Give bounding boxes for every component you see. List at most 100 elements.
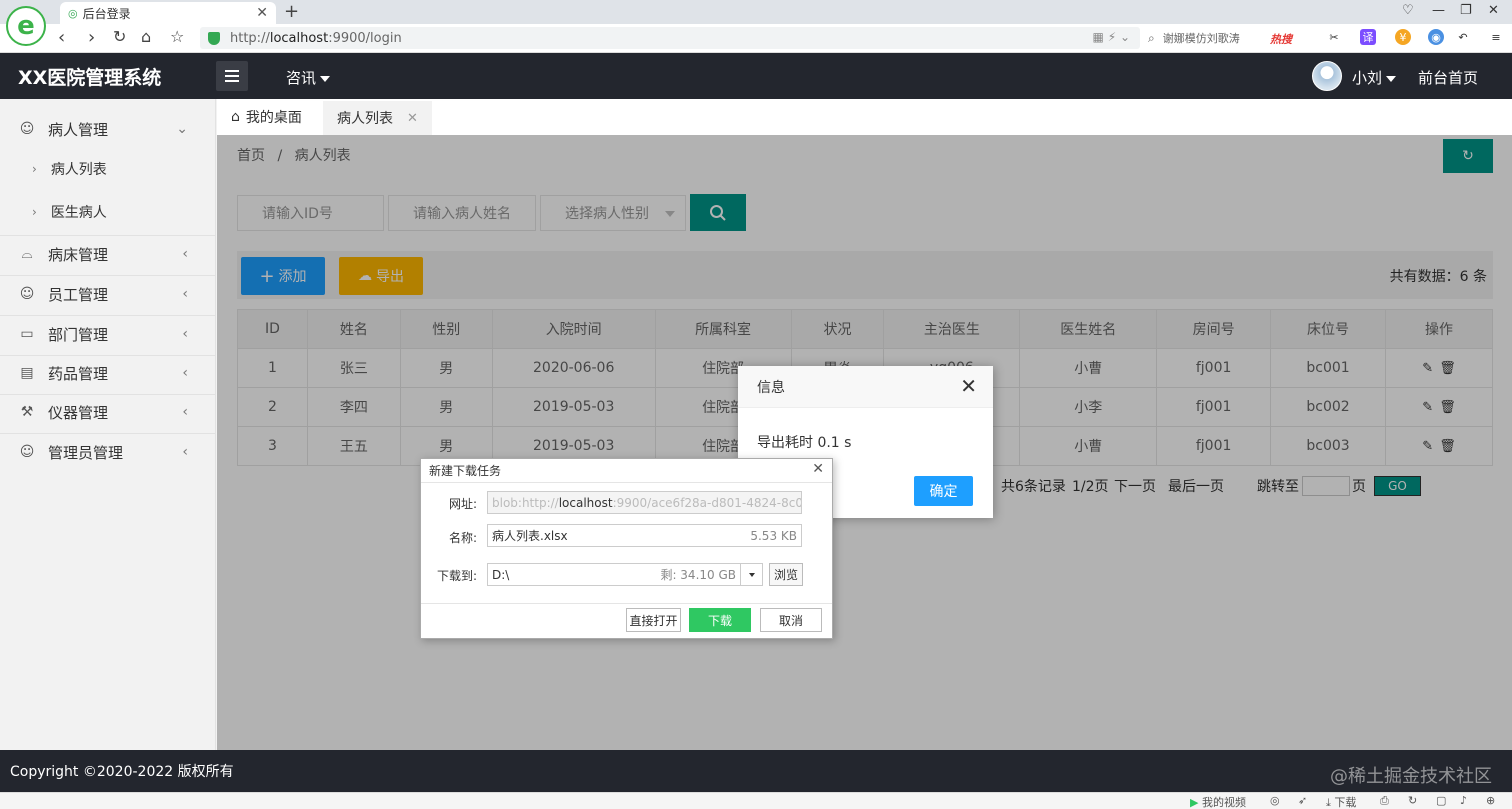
user-menu[interactable]: 小刘 xyxy=(1352,67,1397,88)
info-dialog-header: 信息 ✕ xyxy=(738,366,993,408)
new-tab-icon[interactable]: + xyxy=(284,1,299,22)
chevron-left-icon: ‹ xyxy=(182,365,188,381)
sidebar-item-medicine[interactable]: ▤ 药品管理 ‹ xyxy=(0,355,216,391)
user-icon: ☺ xyxy=(19,121,35,137)
menu-icon[interactable]: ≡ xyxy=(1488,29,1504,45)
address-bar[interactable]: http://localhost:9900/login ▦ ⚡ ⌄ xyxy=(200,27,1140,49)
tools-icon: ⚒ xyxy=(20,404,34,420)
downloads-button[interactable]: ⤓ 下载 xyxy=(1326,794,1356,809)
chevron-right-icon: › xyxy=(32,162,37,176)
browse-button[interactable]: 浏览 xyxy=(769,563,803,586)
reload-icon[interactable]: ↻ xyxy=(113,27,126,46)
caret-down-icon xyxy=(748,572,755,577)
close-tab-icon[interactable]: ✕ xyxy=(407,111,418,126)
bed-icon: ⌓ xyxy=(21,246,33,262)
rocket-icon[interactable]: ➶ xyxy=(1298,794,1307,807)
browser-tab-strip: ◎ 后台登录 ✕ + ♡ — ❐ ✕ xyxy=(0,0,1512,24)
sidebar-item-admins[interactable]: ☺ 管理员管理 ‹ xyxy=(0,434,216,470)
download-dialog-header: 新建下载任务 ✕ xyxy=(421,459,832,483)
close-tab-icon[interactable]: ✕ xyxy=(256,5,268,21)
info-dialog-title: 信息 xyxy=(757,379,785,396)
hot-search-label[interactable]: 热搜 xyxy=(1270,31,1292,47)
skin-icon[interactable]: ♡ xyxy=(1402,3,1414,18)
browser-statusbar: ▶ 我的视频 ◎ ➶ ⤓ 下载 ⎙ ↻ ▢ ♪ ⊕ xyxy=(0,792,1512,809)
zoom-icon[interactable]: ⊕ xyxy=(1486,794,1495,807)
file-name-field[interactable]: 病人列表.xlsx 5.53 KB xyxy=(487,524,802,547)
save-path-field[interactable]: D:\ 剩: 34.10 GB xyxy=(487,563,741,586)
chevron-left-icon: ‹ xyxy=(182,444,188,460)
back-icon[interactable]: ‹ xyxy=(58,27,65,48)
close-icon[interactable]: ✕ xyxy=(960,374,977,398)
cancel-button[interactable]: 取消 xyxy=(760,608,822,632)
site-icon: ◎ xyxy=(68,6,78,20)
close-window-icon[interactable]: ✕ xyxy=(1488,3,1499,18)
forward-icon[interactable]: › xyxy=(88,27,95,48)
refresh-icon[interactable]: ↻ xyxy=(1408,794,1417,807)
minimize-icon[interactable]: — xyxy=(1432,3,1445,18)
app-title: XX医院管理系统 xyxy=(18,67,162,89)
close-icon[interactable]: ✕ xyxy=(812,461,824,477)
front-page-link[interactable]: 前台首页 xyxy=(1418,67,1478,88)
confirm-button[interactable]: 确定 xyxy=(914,476,973,506)
browser-toolbar: ‹ › ↻ ⌂ ☆ http://localhost:9900/login ▦ … xyxy=(0,24,1512,53)
sidebar-item-beds[interactable]: ⌓ 病床管理 ‹ xyxy=(0,236,216,272)
copyright-text: Copyright ©2020-2022 版权所有 xyxy=(10,764,234,780)
caret-down-icon xyxy=(320,75,331,82)
menu-toggle-button[interactable] xyxy=(216,61,248,91)
file-size: 5.53 KB xyxy=(750,528,797,543)
translate-icon[interactable]: 译 xyxy=(1360,29,1376,45)
window-icon[interactable]: ▢ xyxy=(1436,794,1446,807)
sidebar-item-departments[interactable]: ▭ 部门管理 ‹ xyxy=(0,316,216,352)
my-video-button[interactable]: ▶ 我的视频 xyxy=(1190,794,1246,809)
sidebar-item-instruments[interactable]: ⚒ 仪器管理 ‹ xyxy=(0,394,216,430)
search-icon: ⌕ xyxy=(1148,30,1155,45)
address-actions[interactable]: ▦ ⚡ ⌄ xyxy=(1093,30,1130,44)
browser-tab[interactable]: ◎ 后台登录 ✕ xyxy=(60,2,276,24)
page-tabs: ⌂ 我的桌面 病人列表 ✕ xyxy=(217,99,1512,135)
chevron-left-icon: ‹ xyxy=(182,246,188,262)
sidebar-subitem-patient-list[interactable]: › 病人列表 xyxy=(0,151,216,187)
tab-desktop[interactable]: ⌂ 我的桌面 xyxy=(217,99,316,135)
save-to-label: 下载到: xyxy=(436,569,477,583)
apps-icon[interactable]: ◉ xyxy=(1428,29,1444,45)
clipboard-icon: ▤ xyxy=(20,365,34,381)
chevron-right-icon: › xyxy=(32,205,37,219)
url-label: 网址: xyxy=(448,497,477,511)
info-dialog-message: 导出耗时 0.1 s xyxy=(757,435,852,451)
bookmark-star-icon[interactable]: ☆ xyxy=(170,27,184,46)
download-button[interactable]: 下载 xyxy=(689,608,751,632)
sidebar-item-patients[interactable]: ☺ 病人管理 ⌄ xyxy=(0,111,216,147)
chevron-left-icon: ‹ xyxy=(182,326,188,342)
avatar[interactable] xyxy=(1312,61,1342,91)
download-dialog: 新建下载任务 ✕ 网址: blob:http://localhost:9900/… xyxy=(420,458,833,639)
undo-icon[interactable]: ↶ xyxy=(1455,29,1471,45)
download-icon: ⤓ xyxy=(1326,796,1331,809)
name-label: 名称: xyxy=(448,531,477,545)
volume-icon[interactable]: ♪ xyxy=(1460,794,1467,807)
chevron-down-icon: ⌄ xyxy=(176,121,188,137)
path-dropdown-button[interactable] xyxy=(740,563,763,586)
home-icon[interactable]: ⌂ xyxy=(141,27,151,46)
sidebar-subitem-doctor-patients[interactable]: › 医生病人 xyxy=(0,194,216,230)
news-menu[interactable]: 咨讯 xyxy=(286,67,331,88)
app-header: XX医院管理系统 咨讯 小刘 前台首页 xyxy=(0,53,1512,99)
chevron-left-icon: ‹ xyxy=(182,286,188,302)
page-footer: Copyright ©2020-2022 版权所有 xyxy=(0,750,1512,792)
department-icon: ▭ xyxy=(20,326,34,342)
sidebar: ☺ 病人管理 ⌄ › 病人列表 › 医生病人 ⌓ 病床管理 ‹ ☺ 员工管理 ‹… xyxy=(0,99,216,750)
print-icon[interactable]: ⎙ xyxy=(1380,794,1389,808)
scissors-icon[interactable]: ✂ xyxy=(1326,29,1342,45)
secure-shield-icon xyxy=(208,31,220,45)
coin-icon[interactable]: ¥ xyxy=(1395,29,1411,45)
watermark: @稀土掘金技术社区 xyxy=(1330,766,1492,787)
status-icon[interactable]: ◎ xyxy=(1270,794,1280,807)
restore-icon[interactable]: ❐ xyxy=(1460,3,1472,18)
users-icon: ☺ xyxy=(19,286,35,302)
open-directly-button[interactable]: 直接打开 xyxy=(626,608,681,632)
download-url-field: blob:http://localhost:9900/ace6f28a-d801… xyxy=(487,491,802,514)
video-icon: ▶ xyxy=(1190,796,1199,809)
free-space: 剩: 34.10 GB xyxy=(660,568,736,582)
sidebar-item-staff[interactable]: ☺ 员工管理 ‹ xyxy=(0,276,216,312)
tab-patient-list[interactable]: 病人列表 ✕ xyxy=(323,99,432,135)
admin-icon: ☺ xyxy=(19,444,35,460)
